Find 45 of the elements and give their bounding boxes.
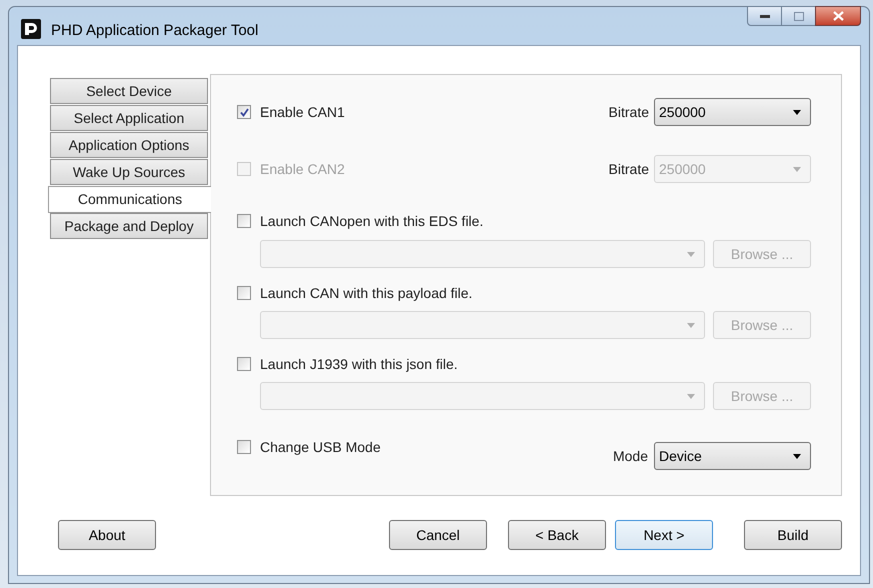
dialog-button[interactable]: Next > <box>615 520 713 550</box>
checkbox[interactable] <box>237 214 251 228</box>
dropdown[interactable]: Device <box>654 442 811 470</box>
tab[interactable]: Package and Deploy <box>50 213 208 239</box>
dialog-button[interactable]: About <box>58 520 156 550</box>
tab[interactable]: Communications <box>48 186 211 213</box>
window-title: PHD Application Packager Tool <box>51 21 258 41</box>
minimize-button[interactable] <box>747 6 782 26</box>
checkbox[interactable] <box>237 105 251 119</box>
checkbox-label: Change USB Mode <box>260 438 381 457</box>
dialog-button[interactable]: < Back <box>508 520 606 550</box>
checkbox-label: Launch J1939 with this json file. <box>260 354 458 374</box>
checkbox-label: Launch CAN with this payload file. <box>260 284 472 303</box>
caret-icon <box>687 394 695 398</box>
dialog-button[interactable]: Cancel <box>389 520 487 550</box>
bitrate-label: Bitrate <box>608 160 649 178</box>
dropdown-value: 250000 <box>659 102 706 122</box>
caret-icon <box>687 322 695 328</box>
checkbox[interactable] <box>237 440 251 454</box>
app-logo-icon <box>21 19 41 39</box>
caret-icon <box>793 454 801 458</box>
mode-label: Mode <box>612 446 648 466</box>
checkbox-label: Enable CAN2 <box>260 160 345 178</box>
dropdown-value: 250000 <box>659 160 706 178</box>
checkbox-label: Launch CANopen with this EDS file. <box>260 212 484 231</box>
caret-icon <box>793 166 801 172</box>
maximize-icon <box>794 12 804 20</box>
caret-icon <box>793 110 801 114</box>
tab[interactable]: Application Options <box>50 132 208 158</box>
tab[interactable]: Select Device <box>50 78 208 104</box>
checkbox[interactable] <box>237 357 251 371</box>
caret-icon <box>687 252 695 256</box>
checkmark-icon <box>240 108 248 116</box>
checkbox-label: Enable CAN1 <box>260 102 345 122</box>
maximize-button[interactable] <box>782 6 815 26</box>
tab[interactable]: Wake Up Sources <box>50 159 208 185</box>
dropdown[interactable]: 250000 <box>654 98 811 126</box>
close-button[interactable] <box>815 6 861 26</box>
minimize-icon <box>760 14 770 18</box>
bitrate-label: Bitrate <box>608 102 649 122</box>
checkbox[interactable] <box>237 286 251 300</box>
dropdown-value: Device <box>659 446 702 466</box>
close-icon <box>832 11 844 21</box>
tab[interactable]: Select Application <box>50 105 208 131</box>
dialog-button[interactable]: Build <box>744 520 842 550</box>
